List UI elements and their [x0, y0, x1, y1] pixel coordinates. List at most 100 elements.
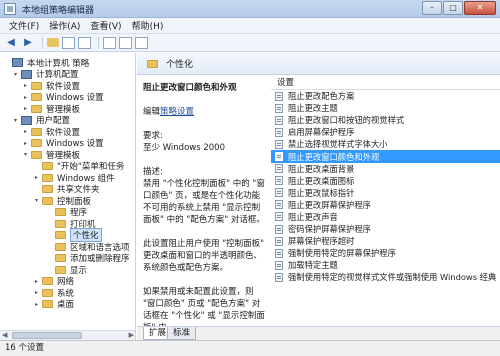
scroll-thumb[interactable] — [12, 332, 82, 339]
tree-item[interactable]: ▾ 用户配置 — [12, 115, 70, 126]
expander-icon[interactable]: ▸ — [33, 278, 40, 285]
setting-row[interactable]: 阻止更改屏幕保护程序 — [271, 199, 500, 211]
back-arrow-icon[interactable]: ◀ — [4, 36, 18, 50]
menu-action[interactable]: 操作(A) — [44, 19, 85, 32]
tree-item[interactable]: ▸ Windows 组件 — [33, 172, 115, 184]
tree-item-label: 控制面板 — [57, 196, 92, 207]
setting-row[interactable]: 阻止更改鼠标指针 — [271, 187, 500, 199]
edit-policy-link[interactable]: 策略设置 — [160, 107, 194, 117]
folder-icon — [31, 150, 42, 159]
tree-item-label: 软件设置 — [46, 127, 81, 138]
scroll-left-icon[interactable]: ◀ — [2, 331, 7, 339]
setting-row[interactable]: 加载特定主题 — [271, 259, 500, 271]
expander-icon[interactable]: ▾ — [12, 117, 19, 124]
expander-icon[interactable]: ▸ — [22, 94, 29, 101]
tree-item[interactable]: ▾ 控制面板 — [33, 195, 92, 207]
setting-row[interactable]: 阻止更改桌面图标 — [271, 175, 500, 187]
expander-icon[interactable]: ▸ — [22, 128, 29, 135]
setting-description: 阻止更改窗口颜色和外观 编辑策略设置 要求: 至少 Windows 2000 描… — [137, 76, 270, 326]
properties-icon[interactable] — [119, 36, 132, 49]
tree-item[interactable]: ▸ Windows 设置 — [22, 138, 104, 149]
tree-item[interactable]: ▸ 系统 — [33, 287, 74, 299]
policy-setting-icon — [275, 272, 283, 282]
folder-icon — [55, 242, 66, 251]
tree-item-label: 区域和语言选项 — [70, 242, 130, 253]
toolbar-divider — [42, 36, 43, 49]
setting-row[interactable]: 阻止更改窗口颜色和外观 — [271, 150, 500, 163]
tree-item[interactable]: ▸ 网络 — [33, 276, 74, 287]
policy-setting-icon — [275, 103, 283, 113]
tree-item-label: 管理模板 — [46, 104, 81, 115]
up-folder-icon[interactable] — [47, 38, 59, 47]
setting-label: 加载特定主题 — [288, 260, 338, 271]
setting-row[interactable]: 阻止更改桌面背景 — [271, 163, 500, 175]
expander-icon[interactable]: ▸ — [22, 140, 29, 147]
tree-item[interactable]: ▾ 计算机配置 — [12, 69, 79, 80]
tree-item[interactable]: ▸ 管理模板 — [22, 103, 81, 115]
policy-setting-icon — [275, 127, 283, 137]
settings-list[interactable]: 设置 阻止更改配色方案 阻止更改主题 阻止更改窗口和按钮的视觉样式 启用屏幕保护程序禁… — [271, 76, 500, 326]
setting-row[interactable]: 禁止选择视觉样式字体大小 — [271, 138, 500, 150]
tree-item-label: Windows 设置 — [46, 139, 104, 149]
tree-item[interactable]: 程序 — [46, 207, 87, 218]
window-title: 本地组策略编辑器 — [22, 6, 95, 16]
menu-view[interactable]: 查看(V) — [85, 19, 126, 32]
tree-horizontal-scrollbar[interactable]: ◀ ▶ — [0, 330, 135, 340]
expander-icon[interactable]: ▾ — [22, 151, 29, 158]
filter-icon[interactable] — [135, 36, 148, 49]
tree-item[interactable]: ▸ 软件设置 — [22, 80, 80, 92]
tree-item[interactable]: 区域和语言选项 — [46, 241, 130, 253]
policy-setting-icon — [275, 176, 283, 186]
tree-item-label: 网络 — [57, 277, 75, 287]
setting-row[interactable]: 阻止更改主题 — [271, 102, 500, 114]
setting-label: 禁止选择视觉样式字体大小 — [288, 139, 388, 150]
export-list-icon[interactable] — [78, 36, 91, 49]
setting-row[interactable]: 阻止更改窗口和按钮的视觉样式 — [271, 114, 500, 126]
tree-item[interactable]: 显示 — [46, 264, 87, 276]
tree-item[interactable]: 个性化 — [46, 228, 102, 242]
maximize-button[interactable]: □ — [443, 1, 463, 15]
tree-item[interactable]: 添加或删除程序 — [46, 253, 130, 264]
setting-row[interactable]: 强制使用特定的屏幕保护程序 — [271, 247, 500, 259]
setting-label: 阻止更改桌面背景 — [288, 163, 355, 174]
show-hide-tree-icon[interactable] — [62, 36, 75, 49]
help-icon[interactable] — [103, 36, 116, 49]
setting-row[interactable]: 阻止更改配色方案 — [271, 90, 500, 102]
menu-file[interactable]: 文件(F) — [4, 19, 44, 32]
policy-tree[interactable]: 本地计算机 策略 ▾ 计算机配置 ▸ 软件设置 ▸ Windows 设置 ▸ 管理模板 ▾ 用户配置… — [0, 53, 136, 340]
tree-item-label: 桌面 — [57, 300, 75, 310]
setting-label: 阻止更改配色方案 — [288, 91, 355, 102]
tree-item[interactable]: ▸ 软件设置 — [22, 126, 81, 138]
expander-icon[interactable]: ▸ — [33, 301, 40, 308]
expander-icon[interactable]: ▾ — [12, 71, 19, 78]
forward-arrow-icon[interactable]: ▶ — [21, 36, 35, 50]
tree-item[interactable]: 本地计算机 策略 — [3, 57, 89, 69]
policy-setting-icon — [275, 200, 283, 210]
expander-icon[interactable]: ▸ — [33, 289, 40, 296]
folder-icon — [55, 231, 66, 239]
expander-icon[interactable]: ▸ — [33, 174, 40, 181]
minimize-button[interactable]: – — [422, 1, 442, 15]
tree-item[interactable]: 共享文件夹 — [33, 184, 100, 195]
tab-standard[interactable]: 标准 — [167, 327, 197, 340]
setting-row[interactable]: 强制使用特定的视觉样式文件或强制使用 Windows 经典 — [271, 271, 500, 283]
settings-column-header[interactable]: 设置 — [271, 76, 500, 90]
expander-icon[interactable]: ▸ — [22, 105, 29, 112]
expander-icon[interactable]: ▸ — [22, 82, 29, 89]
toolbar: ◀ ▶ — [0, 34, 500, 52]
setting-row[interactable]: 启用屏幕保护程序 — [271, 126, 500, 138]
tree-item[interactable]: "开始"菜单和任务 — [33, 161, 124, 172]
setting-row[interactable]: 屏幕保护程序超时 — [271, 235, 500, 247]
close-button[interactable]: ✕ — [464, 1, 496, 15]
setting-row[interactable]: 密码保护屏幕保护程序 — [271, 223, 500, 235]
tree-item[interactable]: ▸ Windows 设置 — [22, 92, 104, 103]
expander-icon[interactable]: ▾ — [33, 197, 40, 204]
tree-item-label: 计算机配置 — [36, 70, 79, 80]
setting-row[interactable]: 阻止更改声音 — [271, 211, 500, 223]
menu-help[interactable]: 帮助(H) — [127, 19, 169, 32]
tree-item[interactable]: ▾ 管理模板 — [22, 149, 80, 161]
scroll-right-icon[interactable]: ▶ — [129, 331, 134, 339]
folder-icon — [42, 196, 53, 205]
tree-item[interactable]: ▸ 桌面 — [33, 299, 74, 310]
setting-label: 屏幕保护程序超时 — [288, 236, 355, 247]
